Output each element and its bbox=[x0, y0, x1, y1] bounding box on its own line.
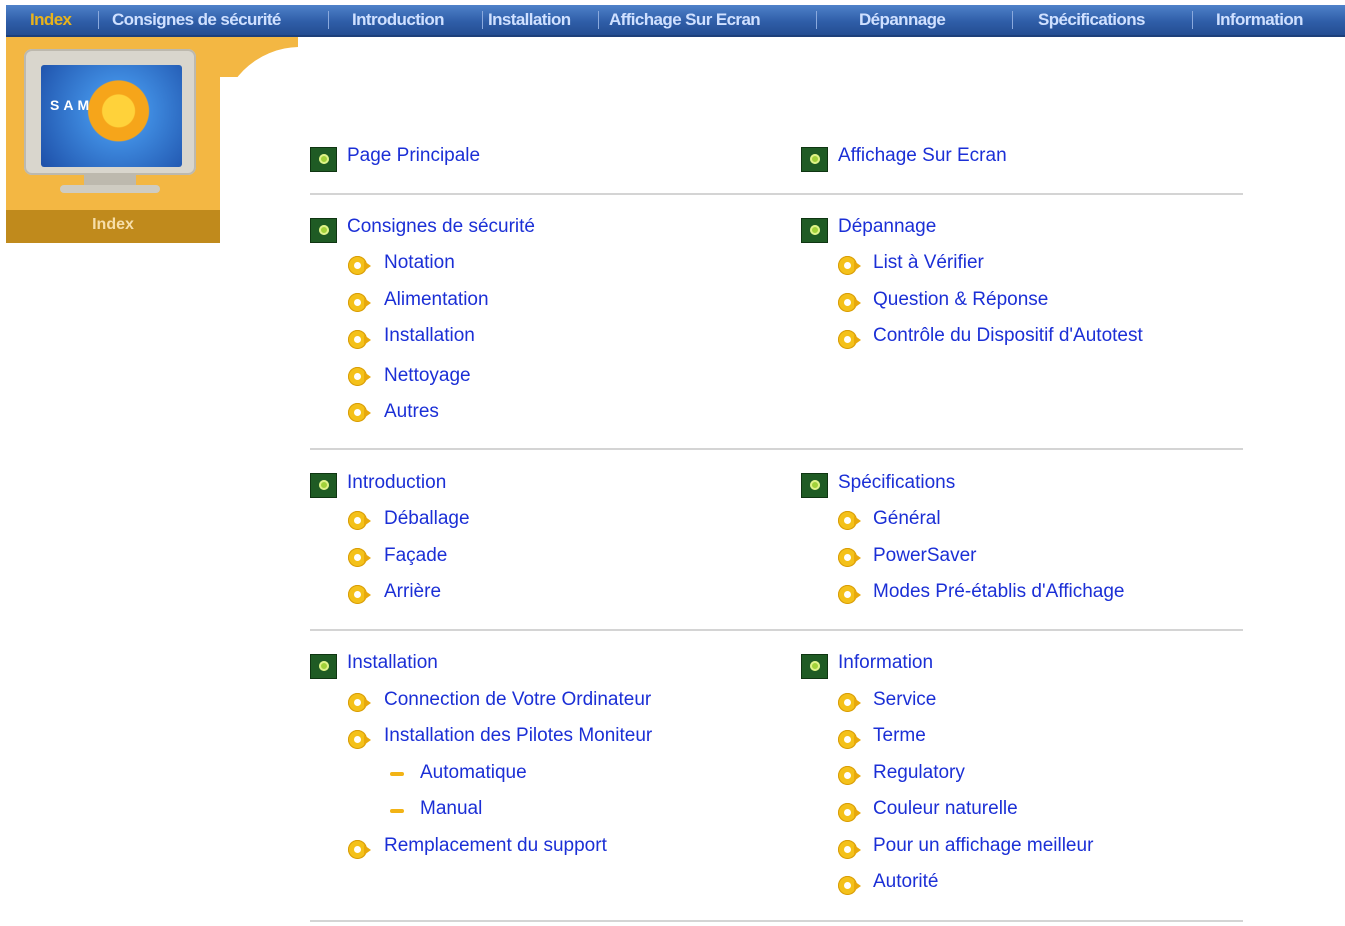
arrow-bullet-icon bbox=[838, 292, 862, 314]
nav-information[interactable]: Information bbox=[1216, 5, 1304, 35]
link-question-reponse[interactable]: Question & Réponse bbox=[873, 289, 1048, 311]
arrow-bullet-icon bbox=[348, 255, 372, 277]
link-installation-consignes[interactable]: Installation bbox=[384, 325, 475, 347]
arrow-bullet-icon bbox=[348, 510, 372, 532]
nav-installation[interactable]: Installation bbox=[488, 5, 571, 35]
monitor-brand-logo: SAM bbox=[50, 97, 94, 113]
link-modes-pre-etablis[interactable]: Modes Pré-établis d'Affichage bbox=[873, 581, 1124, 603]
arrow-bullet-icon bbox=[348, 292, 372, 314]
monitor-stand bbox=[84, 175, 136, 185]
arrow-bullet-icon bbox=[838, 510, 862, 532]
arrow-bullet-icon bbox=[838, 875, 862, 897]
link-installation[interactable]: Installation bbox=[347, 652, 438, 674]
nav-consignes[interactable]: Consignes de sécurité bbox=[112, 5, 281, 35]
section-bullet-icon bbox=[310, 654, 337, 679]
link-list-a-verifier[interactable]: List à Vérifier bbox=[873, 252, 984, 274]
link-affichage-sur-ecran[interactable]: Affichage Sur Ecran bbox=[838, 145, 1007, 167]
arrow-bullet-icon bbox=[838, 329, 862, 351]
link-depannage[interactable]: Dépannage bbox=[838, 216, 936, 238]
link-couleur-naturelle[interactable]: Couleur naturelle bbox=[873, 798, 1018, 820]
nav-index[interactable]: Index bbox=[30, 5, 72, 35]
link-powersaver[interactable]: PowerSaver bbox=[873, 545, 977, 567]
nav-affichage[interactable]: Affichage Sur Ecran bbox=[609, 5, 761, 35]
arrow-bullet-icon bbox=[348, 839, 372, 861]
arrow-bullet-icon bbox=[348, 584, 372, 606]
arrow-bullet-icon bbox=[838, 802, 862, 824]
section-divider bbox=[310, 920, 1243, 922]
link-service[interactable]: Service bbox=[873, 689, 936, 711]
link-consignes-de-securite[interactable]: Consignes de sécurité bbox=[347, 216, 535, 238]
nav-specifications[interactable]: Spécifications bbox=[1038, 5, 1145, 35]
link-facade[interactable]: Façade bbox=[384, 545, 447, 567]
link-notation[interactable]: Notation bbox=[384, 252, 455, 274]
arrow-bullet-icon bbox=[348, 366, 372, 388]
arrow-bullet-icon bbox=[838, 547, 862, 569]
arrow-bullet-icon bbox=[838, 692, 862, 714]
link-controle-autotest[interactable]: Contrôle du Dispositif d'Autotest bbox=[873, 325, 1143, 347]
arrow-bullet-icon bbox=[838, 839, 862, 861]
link-general[interactable]: Général bbox=[873, 508, 941, 530]
dash-bullet-icon bbox=[390, 772, 404, 776]
panel-curve-decoration bbox=[200, 37, 298, 237]
section-bullet-icon bbox=[310, 218, 337, 243]
link-connection-ordinateur[interactable]: Connection de Votre Ordinateur bbox=[384, 689, 651, 711]
section-bullet-icon bbox=[801, 147, 828, 172]
nav-divider bbox=[816, 11, 817, 29]
link-installation-pilotes[interactable]: Installation des Pilotes Moniteur bbox=[384, 725, 652, 747]
index-panel-label: Index bbox=[6, 210, 220, 243]
nav-divider bbox=[598, 11, 599, 29]
nav-divider bbox=[1192, 11, 1193, 29]
nav-divider bbox=[482, 11, 483, 29]
section-bullet-icon bbox=[310, 147, 337, 172]
section-divider bbox=[310, 193, 1243, 195]
arrow-bullet-icon bbox=[838, 584, 862, 606]
section-divider bbox=[310, 448, 1243, 450]
link-regulatory[interactable]: Regulatory bbox=[873, 762, 965, 784]
nav-depannage[interactable]: Dépannage bbox=[859, 5, 946, 35]
link-automatique[interactable]: Automatique bbox=[420, 762, 527, 784]
top-nav-bar: Index Consignes de sécurité Introduction… bbox=[6, 5, 1345, 37]
link-specifications[interactable]: Spécifications bbox=[838, 472, 955, 494]
arrow-bullet-icon bbox=[838, 729, 862, 751]
link-affichage-meilleur[interactable]: Pour un affichage meilleur bbox=[873, 835, 1093, 857]
arrow-bullet-icon bbox=[348, 402, 372, 424]
nav-introduction[interactable]: Introduction bbox=[352, 5, 445, 35]
monitor-screen-flower-image bbox=[41, 65, 182, 167]
arrow-bullet-icon bbox=[838, 255, 862, 277]
arrow-bullet-icon bbox=[348, 547, 372, 569]
nav-divider bbox=[328, 11, 329, 29]
section-bullet-icon bbox=[801, 654, 828, 679]
nav-divider bbox=[1012, 11, 1013, 29]
link-introduction[interactable]: Introduction bbox=[347, 472, 446, 494]
link-page-principale[interactable]: Page Principale bbox=[347, 145, 480, 167]
link-autorite[interactable]: Autorité bbox=[873, 871, 938, 893]
link-deballage[interactable]: Déballage bbox=[384, 508, 470, 530]
nav-divider bbox=[98, 11, 99, 29]
link-alimentation[interactable]: Alimentation bbox=[384, 289, 489, 311]
monitor-base bbox=[60, 185, 160, 193]
section-bullet-icon bbox=[310, 473, 337, 498]
arrow-bullet-icon bbox=[838, 765, 862, 787]
link-nettoyage[interactable]: Nettoyage bbox=[384, 365, 471, 387]
link-manual[interactable]: Manual bbox=[420, 798, 482, 820]
arrow-bullet-icon bbox=[348, 329, 372, 351]
link-arriere[interactable]: Arrière bbox=[384, 581, 441, 603]
arrow-bullet-icon bbox=[348, 729, 372, 751]
link-autres[interactable]: Autres bbox=[384, 401, 439, 423]
monitor-illustration: SAM bbox=[24, 49, 196, 193]
link-terme[interactable]: Terme bbox=[873, 725, 926, 747]
section-divider bbox=[310, 629, 1243, 631]
dash-bullet-icon bbox=[390, 809, 404, 813]
section-bullet-icon bbox=[801, 218, 828, 243]
section-bullet-icon bbox=[801, 473, 828, 498]
link-remplacement-support[interactable]: Remplacement du support bbox=[384, 835, 607, 857]
link-information[interactable]: Information bbox=[838, 652, 933, 674]
arrow-bullet-icon bbox=[348, 692, 372, 714]
